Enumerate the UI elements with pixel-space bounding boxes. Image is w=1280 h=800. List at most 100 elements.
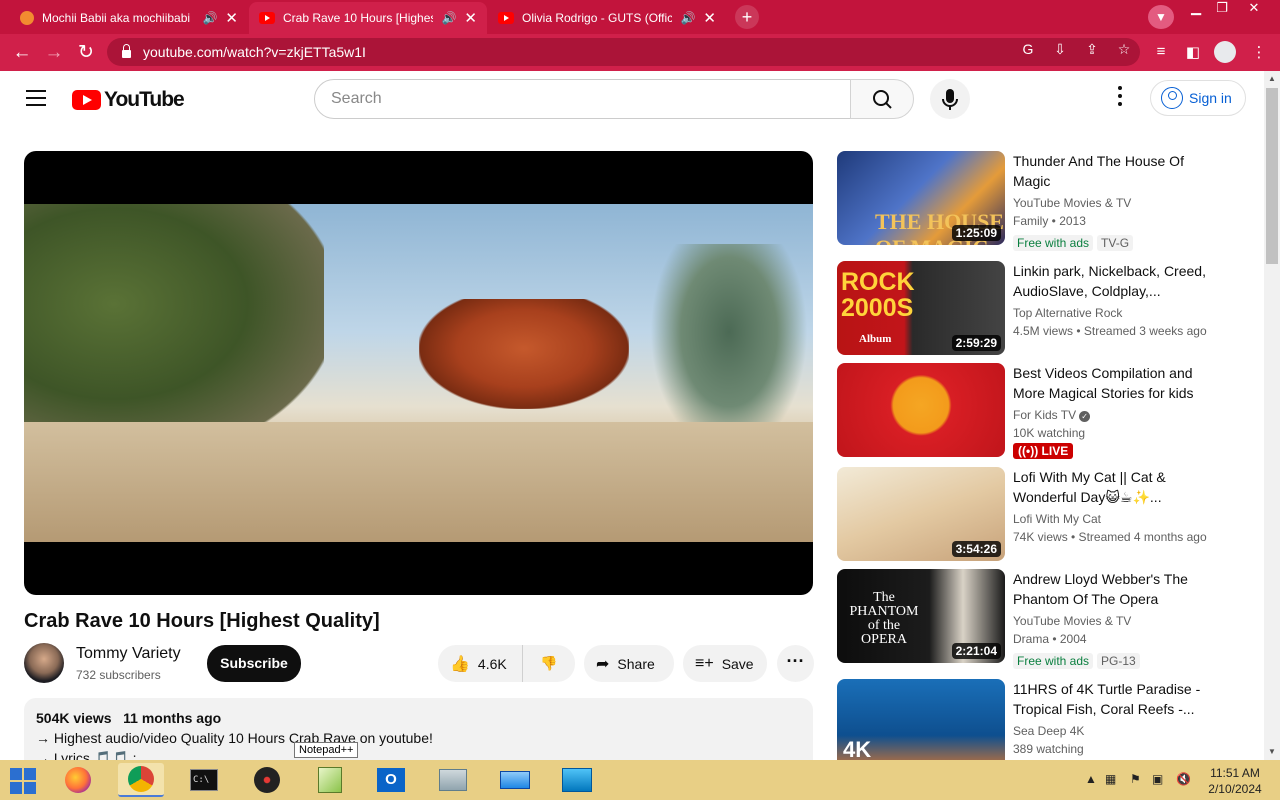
save-button[interactable]: ≡+ Save: [683, 645, 767, 682]
dislike-button[interactable]: 👎: [523, 655, 575, 672]
recommendation-channel[interactable]: YouTube Movies & TV: [1013, 196, 1131, 210]
media-control-icon[interactable]: ≡: [1150, 43, 1172, 60]
subscribe-button[interactable]: Subscribe: [207, 645, 301, 682]
duration-badge: 1:25:09: [951, 225, 1001, 241]
monitor-taskbar-icon[interactable]: [430, 763, 476, 797]
firefox-taskbar-icon[interactable]: [55, 763, 101, 797]
video-thumbnail[interactable]: The PHANTOM of the OPERA 2:21:04: [837, 569, 1005, 663]
new-tab-button[interactable]: +: [735, 5, 759, 29]
tab-crab-rave[interactable]: Crab Rave 10 Hours [Highest 🔊 ✕: [249, 2, 487, 34]
scrollbar-thumb[interactable]: [1266, 88, 1278, 264]
video-thumbnail[interactable]: ROCK 2000S Album 2:59:29: [837, 261, 1005, 355]
terminal-taskbar-icon[interactable]: C:\: [181, 763, 227, 797]
side-panel-icon[interactable]: ◧: [1182, 43, 1204, 61]
recommendation-title[interactable]: 11HRS of 4K Turtle Paradise - Tropical F…: [1013, 679, 1217, 719]
video-thumbnail[interactable]: [837, 363, 1005, 457]
voice-search-button[interactable]: [930, 79, 970, 119]
network-icon[interactable]: ▣: [1152, 772, 1163, 786]
recommendation-channel[interactable]: YouTube Movies & TV: [1013, 614, 1131, 628]
recommendation-channel[interactable]: Sea Deep 4K: [1013, 724, 1084, 738]
lock-icon[interactable]: [122, 44, 131, 58]
action-center-flag-icon[interactable]: ⚑: [1130, 772, 1141, 786]
notepad-plus-plus-taskbar-icon[interactable]: [307, 763, 353, 797]
chrome-menu-icon[interactable]: ⋮: [1248, 43, 1270, 61]
recommendation-item[interactable]: Best Videos Compilation and More Magical…: [837, 363, 1217, 459]
profile-avatar-icon[interactable]: [1214, 41, 1236, 63]
recommendation-title[interactable]: Best Videos Compilation and More Magical…: [1013, 363, 1217, 403]
scroll-up-icon[interactable]: ▲: [1264, 71, 1280, 87]
url-text[interactable]: youtube.com/watch?v=zkjETTa5w1I: [143, 44, 366, 60]
volume-muted-icon[interactable]: 🔇: [1176, 772, 1191, 786]
recommendation-title[interactable]: Linkin park, Nickelback, Creed, AudioSla…: [1013, 261, 1217, 301]
channel-avatar[interactable]: [24, 643, 64, 683]
scroll-down-icon[interactable]: ▼: [1264, 744, 1280, 760]
keyboard-glyph: [500, 771, 530, 789]
recommendation-title[interactable]: Lofi With My Cat || Cat & Wonderful Day😺…: [1013, 467, 1217, 507]
settings-kebab-icon[interactable]: [1110, 86, 1130, 112]
search-button[interactable]: [850, 79, 914, 119]
view-stats: 504K views 11 months ago: [36, 710, 801, 726]
recommendation-item[interactable]: ROCK 2000S Album 2:59:29 Linkin park, Ni…: [837, 261, 1217, 355]
close-tab-icon[interactable]: ✕: [703, 9, 716, 27]
like-button[interactable]: 👍 4.6K: [438, 645, 523, 682]
sign-in-button[interactable]: Sign in: [1150, 80, 1246, 116]
keyboard-taskbar-icon[interactable]: [492, 763, 538, 797]
reload-icon[interactable]: ↻: [73, 40, 99, 66]
google-lens-icon[interactable]: G: [1018, 41, 1038, 58]
chrome-taskbar-icon[interactable]: [118, 763, 164, 797]
recommendation-channel[interactable]: Top Alternative Rock: [1013, 306, 1122, 320]
video-thumbnail[interactable]: 4K: [837, 679, 1005, 760]
free-with-ads-badge: Free with ads: [1013, 235, 1094, 251]
recommendation-item[interactable]: 4K 11HRS of 4K Turtle Paradise - Tropica…: [837, 679, 1217, 760]
windows-start-icon[interactable]: [10, 768, 38, 794]
recommendation-title[interactable]: Thunder And The House Of Magic: [1013, 151, 1217, 191]
guide-menu-icon[interactable]: [26, 90, 46, 106]
recommendation-meta: Drama • 2004: [1013, 632, 1087, 646]
recommendation-item[interactable]: THE HOUSE OF MAGIC 1:25:09 Thunder And T…: [837, 151, 1217, 251]
more-actions-icon[interactable]: ···: [777, 645, 814, 682]
share-arrow-icon: ➦: [596, 655, 610, 673]
restore-icon[interactable]: ❐: [1208, 0, 1236, 18]
outlook-taskbar-icon[interactable]: O: [368, 763, 414, 797]
video-thumbnail[interactable]: 3:54:26: [837, 467, 1005, 561]
youtube-logo[interactable]: YouTube: [72, 88, 185, 112]
recommendation-channel[interactable]: Lofi With My Cat: [1013, 512, 1101, 526]
video-player[interactable]: [24, 151, 813, 595]
address-bar[interactable]: youtube.com/watch?v=zkjETTa5w1I G ⇩ ⇪ ☆: [107, 38, 1140, 66]
speaker-icon[interactable]: 🔊: [441, 11, 456, 25]
close-tab-icon[interactable]: ✕: [225, 9, 238, 27]
minimize-icon[interactable]: ▁: [1182, 0, 1210, 18]
share-button[interactable]: ➦ Share: [584, 645, 674, 682]
close-tab-icon[interactable]: ✕: [464, 9, 477, 27]
taskbar-tooltip: Notepad++: [294, 742, 359, 758]
control-panel-taskbar-icon[interactable]: [554, 763, 600, 797]
recommendation-title[interactable]: Andrew Lloyd Webber's The Phantom Of The…: [1013, 569, 1217, 609]
channel-name[interactable]: Tommy Variety: [76, 645, 181, 663]
tab-mochii[interactable]: Mochii Babii aka mochiibabi 🔊 ✕: [10, 2, 248, 34]
recommendation-channel[interactable]: For Kids TV ✓: [1013, 408, 1091, 422]
outlook-glyph: O: [377, 768, 405, 792]
tab-olivia-rodrigo[interactable]: Olivia Rodrigo - GUTS (Offici 🔊 ✕: [488, 2, 726, 34]
video-thumbnail[interactable]: THE HOUSE OF MAGIC 1:25:09: [837, 151, 1005, 245]
back-arrow-icon[interactable]: ←: [9, 40, 35, 66]
duration-badge: 2:21:04: [951, 643, 1001, 659]
bookmark-star-icon[interactable]: ☆: [1114, 41, 1134, 58]
video-crab: [419, 299, 629, 409]
network-share-icon[interactable]: ▦: [1105, 772, 1116, 786]
tab-favicon-icon: [20, 11, 34, 25]
rating-badge: TV-G: [1097, 235, 1134, 251]
close-window-icon[interactable]: ✕: [1240, 0, 1268, 18]
control-panel-glyph: [562, 768, 592, 792]
speaker-icon[interactable]: 🔊: [202, 11, 217, 25]
speaker-icon[interactable]: 🔊: [680, 11, 695, 25]
install-app-icon[interactable]: ⇩: [1050, 41, 1070, 58]
forward-arrow-icon[interactable]: →: [41, 40, 67, 66]
share-page-icon[interactable]: ⇪: [1082, 41, 1102, 58]
tab-search-icon[interactable]: ▼: [1148, 5, 1174, 29]
app-taskbar-icon[interactable]: [244, 763, 290, 797]
system-clock[interactable]: 11:51 AM 2/10/2024: [1202, 765, 1268, 797]
recommendation-item[interactable]: 3:54:26 Lofi With My Cat || Cat & Wonder…: [837, 467, 1217, 561]
search-input[interactable]: Search: [314, 79, 851, 119]
show-hidden-icons[interactable]: ▲: [1085, 772, 1097, 786]
recommendation-item[interactable]: The PHANTOM of the OPERA 2:21:04 Andrew …: [837, 569, 1217, 669]
